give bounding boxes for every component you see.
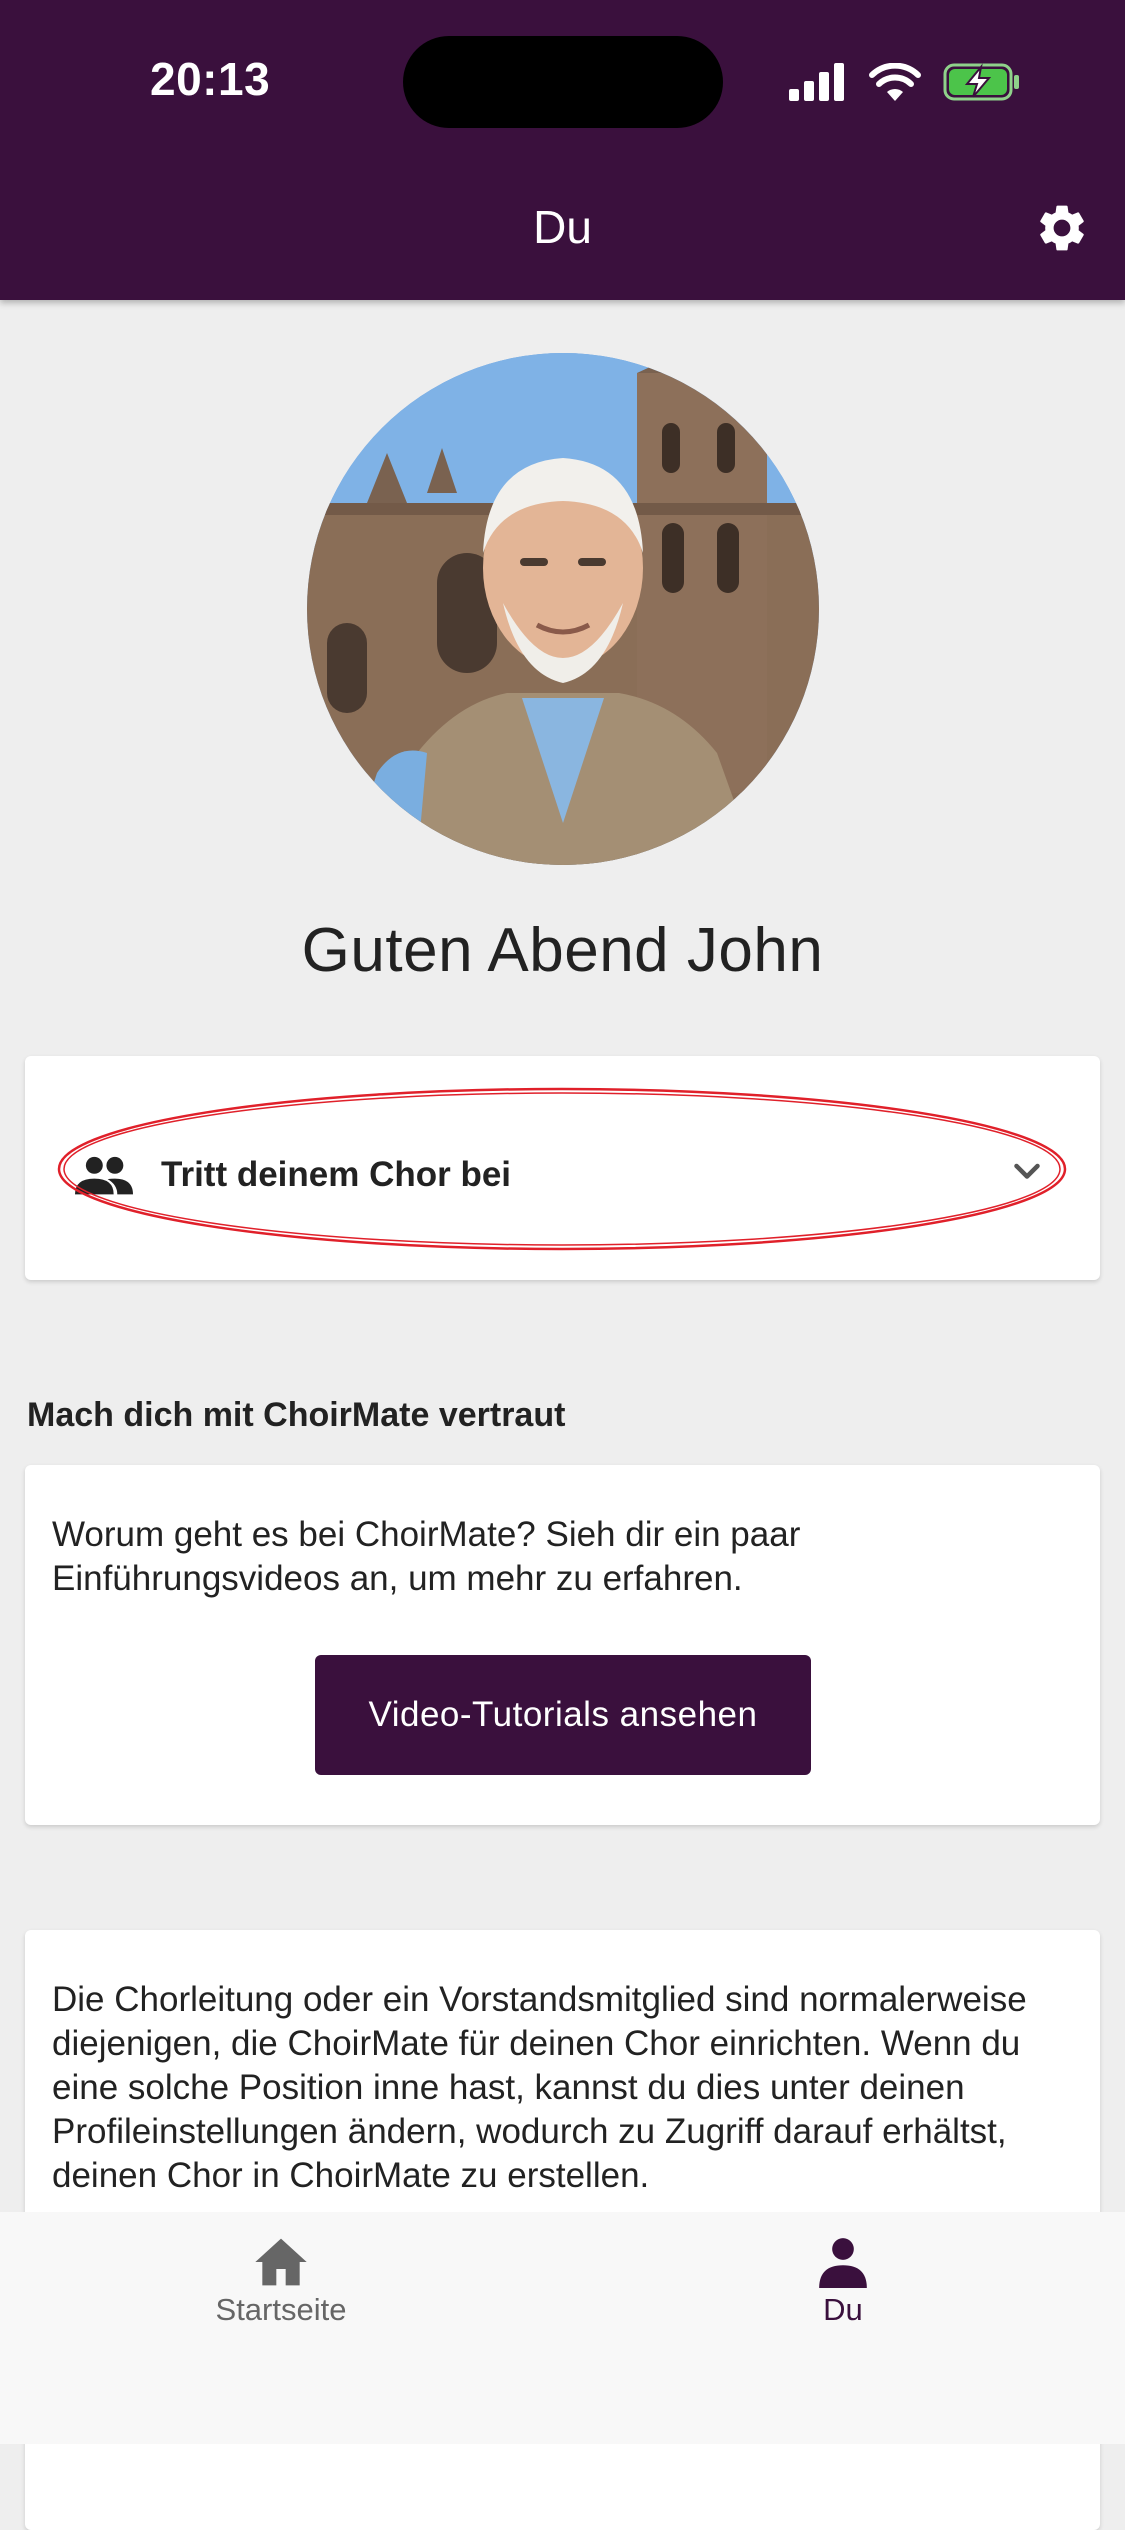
nav-label-you: Du (823, 2292, 863, 2327)
settings-button[interactable] (1034, 200, 1090, 256)
battery-charging-icon (943, 63, 1019, 101)
join-choir-dropdown[interactable]: Tritt deinem Chor bei (75, 1150, 1045, 1200)
tutorial-card: Worum geht es bei ChoirMate? Sieh dir ei… (25, 1465, 1100, 1825)
video-tutorials-button[interactable]: Video-Tutorials ansehen (315, 1655, 811, 1775)
join-choir-label: Tritt deinem Chor bei (161, 1155, 512, 1194)
dynamic-island (403, 36, 723, 128)
profile-avatar[interactable] (307, 353, 819, 865)
tutorial-description: Worum geht es bei ChoirMate? Sieh dir ei… (52, 1515, 801, 1598)
app-bar: 20:13 Du (0, 0, 1125, 300)
status-icons (789, 56, 1021, 108)
home-icon (255, 2238, 307, 2286)
section-heading: Mach dich mit ChoirMate vertraut (27, 1396, 566, 1434)
signal-icon (789, 63, 844, 101)
nav-item-you[interactable]: Du (693, 2236, 993, 2356)
wifi-icon (869, 63, 921, 101)
person-icon (819, 2238, 867, 2288)
greeting-heading: Guten Abend John (301, 916, 824, 985)
bottom-navigation: Startseite Du (0, 2212, 1125, 2444)
group-icon (75, 1156, 133, 1195)
status-time: 20:13 (150, 53, 271, 105)
nav-label-home: Startseite (215, 2292, 347, 2327)
join-choir-card: Tritt deinem Chor bei (25, 1056, 1100, 1280)
page-title: Du (533, 201, 592, 253)
info-text: Die Chorleitung oder ein Vorstandsmitgli… (52, 1980, 1027, 2195)
nav-item-home[interactable]: Startseite (131, 2236, 431, 2356)
gear-icon (1040, 205, 1084, 251)
chevron-down-icon (1014, 1163, 1040, 1179)
